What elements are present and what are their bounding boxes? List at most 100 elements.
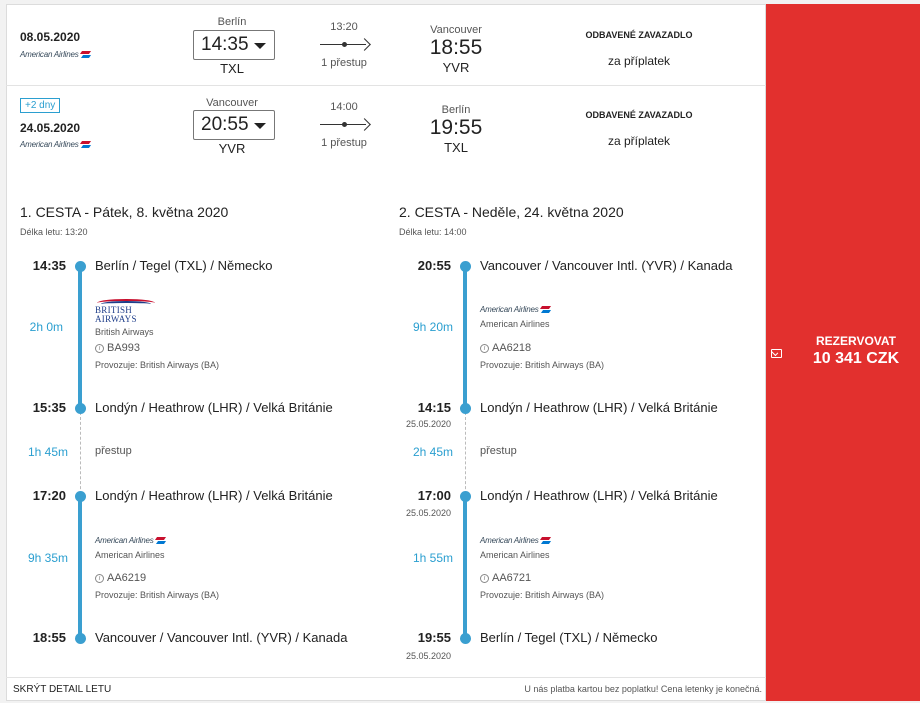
inbound-from-code: YVR xyxy=(218,141,246,156)
departure-time-value: 14:35 xyxy=(201,34,249,55)
aa-flight-symbol-icon xyxy=(81,50,91,59)
outbound-to-city: Vancouver xyxy=(430,24,482,36)
book-label: REZERVOVAT xyxy=(815,334,896,348)
leg1-seg1-operated: Provozuje: British Airways (BA) xyxy=(95,360,220,370)
timeline-segment xyxy=(78,266,82,408)
timeline-node xyxy=(75,403,86,414)
plus-days-badge: +2 dny xyxy=(20,98,61,113)
british-airways-logo: BRITISH AIRWAYS xyxy=(95,298,155,324)
chevron-down-icon xyxy=(254,43,266,49)
leg2-seg2-operated: Provozuje: British Airways (BA) xyxy=(480,590,605,600)
payment-note: U nás platba kartou bez poplatku! Cena l… xyxy=(524,684,762,694)
outbound-duration: 13:20 xyxy=(330,21,358,33)
outbound-from-city: Berlín xyxy=(217,16,247,28)
inbound-to-code: TXL xyxy=(444,140,468,155)
american-airlines-logo: American Airlines xyxy=(480,536,551,545)
footer-divider xyxy=(6,677,766,678)
leg2-stop-place: Vancouver / Vancouver Intl. (YVR) / Kana… xyxy=(480,258,733,273)
inbound-baggage-fee: za příplatek xyxy=(607,134,671,148)
leg2-transfer-label: přestup xyxy=(480,445,517,457)
leg1-stop-place: Londýn / Heathrow (LHR) / Velká Británie xyxy=(95,488,333,503)
outbound-departure-time-select[interactable]: 14:35 xyxy=(193,30,275,60)
inbound-stops: 1 přestup xyxy=(321,137,367,149)
flight-number: AA6218 xyxy=(492,342,532,354)
leg2-stop-date: 25.05.2020 xyxy=(405,419,451,429)
flight-number: BA993 xyxy=(107,342,141,354)
timeline-segment xyxy=(463,266,467,408)
inbound-to-city: Berlín xyxy=(441,104,471,116)
aa-flight-symbol-icon xyxy=(541,536,551,545)
transfer-dashed-line xyxy=(80,412,81,494)
inbound-baggage: ODBAVENÉ ZAVAZADLO xyxy=(585,110,693,120)
outbound-from-code: TXL xyxy=(220,61,244,76)
american-airlines-logo: American Airlines xyxy=(20,50,91,59)
leg2-stop-date: 25.05.2020 xyxy=(405,508,451,518)
total-price: 10 341 CZK xyxy=(812,350,900,367)
ba-logo-line2: AIRWAYS xyxy=(95,314,137,324)
leg2-seg2-flight[interactable]: i AA6721 xyxy=(480,572,531,584)
timeline-node xyxy=(460,403,471,414)
leg1-stop-time: 15:35 xyxy=(32,400,66,415)
airline-logo-text: American Airlines xyxy=(95,536,154,545)
leg2-seg1-duration: 9h 20m xyxy=(412,320,453,334)
american-airlines-logo: American Airlines xyxy=(480,305,551,314)
leg2-flight-length: Délka letu: 14:00 xyxy=(399,227,467,237)
leg1-transfer-duration: 1h 45m xyxy=(27,445,68,459)
departure-time-value: 20:55 xyxy=(201,114,249,135)
airline-logo-text: American Airlines xyxy=(480,305,539,314)
info-icon: i xyxy=(480,573,489,583)
leg1-seg2-operated: Provozuje: British Airways (BA) xyxy=(95,590,220,600)
info-icon: i xyxy=(95,343,104,353)
leg2-seg2-carrier: American Airlines xyxy=(480,550,550,560)
leg1-seg2-flight[interactable]: i AA6219 xyxy=(95,572,146,584)
aa-flight-symbol-icon xyxy=(156,536,166,545)
outbound-date: 08.05.2020 xyxy=(20,30,81,44)
leg1-transfer-label: přestup xyxy=(95,445,132,457)
leg2-seg1-operated: Provozuje: British Airways (BA) xyxy=(480,360,605,370)
leg1-stop-place: Vancouver / Vancouver Intl. (YVR) / Kana… xyxy=(95,630,348,645)
leg2-stop-place: Berlín / Tegel (TXL) / Německo xyxy=(480,630,658,645)
inbound-arrival-time: 19:55 xyxy=(429,116,483,139)
airline-logo-text: American Airlines xyxy=(20,140,79,149)
flight-number: AA6721 xyxy=(492,572,532,584)
outbound-stops: 1 přestup xyxy=(321,57,367,69)
leg2-stop-time: 20:55 xyxy=(417,258,451,273)
airline-logo-text: American Airlines xyxy=(480,536,539,545)
inbound-duration: 14:00 xyxy=(330,101,358,113)
timeline-node xyxy=(460,633,471,644)
chevron-down-icon xyxy=(254,123,266,129)
inbound-date: 24.05.2020 xyxy=(20,121,81,135)
leg2-stop-time: 17:00 xyxy=(417,488,451,503)
leg2-transfer-duration: 2h 45m xyxy=(412,445,453,459)
flight-number: AA6219 xyxy=(107,572,147,584)
leg1-seg1-carrier: British Airways xyxy=(95,327,154,337)
leg1-stop-time: 17:20 xyxy=(32,488,66,503)
leg2-stop-place: Londýn / Heathrow (LHR) / Velká Británie xyxy=(480,400,718,415)
inbound-from-city: Vancouver xyxy=(206,97,258,109)
timeline-node xyxy=(460,491,471,502)
outbound-to-code: YVR xyxy=(442,60,470,75)
arrow-right-icon xyxy=(320,118,371,132)
inbound-departure-time-select[interactable]: 20:55 xyxy=(193,110,275,140)
leg1-title: 1. CESTA - Pátek, 8. května 2020 xyxy=(20,204,229,220)
leg1-stop-place: Londýn / Heathrow (LHR) / Velká Británie xyxy=(95,400,333,415)
leg1-flight-length: Délka letu: 13:20 xyxy=(20,227,88,237)
leg1-seg1-flight[interactable]: i BA993 xyxy=(95,342,140,354)
aa-flight-symbol-icon xyxy=(81,140,91,149)
leg2-stop-place: Londýn / Heathrow (LHR) / Velká Británie xyxy=(480,488,718,503)
leg2-title: 2. CESTA - Neděle, 24. května 2020 xyxy=(399,204,624,220)
ba-speedmarque-icon xyxy=(97,298,155,306)
transfer-dashed-line xyxy=(465,412,466,494)
leg1-seg1-duration: 2h 0m xyxy=(29,320,63,334)
aa-flight-symbol-icon xyxy=(541,305,551,314)
timeline-segment xyxy=(463,496,467,638)
book-button[interactable]: REZERVOVAT 10 341 CZK xyxy=(766,4,920,701)
outbound-baggage-fee: za příplatek xyxy=(607,54,671,68)
leg1-seg2-carrier: American Airlines xyxy=(95,550,165,560)
timeline-node xyxy=(75,261,86,272)
leg2-seg1-flight[interactable]: i AA6218 xyxy=(480,342,531,354)
airline-logo-text: American Airlines xyxy=(20,50,79,59)
arrow-right-icon xyxy=(320,38,371,52)
leg2-stop-time: 14:15 xyxy=(417,400,451,415)
hide-flight-detail-link[interactable]: SKRÝT DETAIL LETU xyxy=(13,684,111,695)
